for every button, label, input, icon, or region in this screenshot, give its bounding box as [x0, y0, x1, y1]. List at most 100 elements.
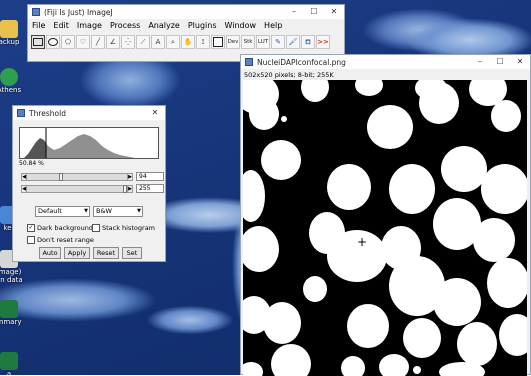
- wand-tool-icon[interactable]: ⟋: [136, 35, 150, 49]
- desktop-icon-label: a: [6, 370, 12, 375]
- dialog-title: Threshold: [29, 108, 66, 118]
- nucleus-blob: [271, 344, 311, 376]
- checkbox-checked-icon: ✓: [27, 224, 35, 232]
- slider-right-arrow-icon[interactable]: ▶: [127, 185, 133, 193]
- histogram: [19, 127, 159, 159]
- nucleus-blob: [491, 100, 521, 132]
- freehand-tool-icon[interactable]: ♡: [76, 35, 90, 49]
- nucleus-blob: [243, 362, 263, 376]
- point-tool-icon[interactable]: ⁛: [121, 35, 135, 49]
- stack-histogram-checkbox[interactable]: Stack histogram: [92, 224, 155, 232]
- slider-left-arrow-icon[interactable]: ◀: [21, 173, 27, 181]
- close-icon[interactable]: ✕: [510, 55, 530, 69]
- menu-plugins[interactable]: Plugins: [188, 21, 217, 30]
- desktop-icon-summary[interactable]: mmary: [0, 300, 22, 326]
- nucleus-blob: [481, 164, 527, 214]
- checkbox-label: Stack histogram: [102, 224, 156, 232]
- menu-window[interactable]: Window: [225, 21, 257, 30]
- menu-help[interactable]: Help: [264, 21, 282, 30]
- nucleus-blob: [439, 362, 485, 376]
- image-title: NucleiDAPIconfocal.png: [257, 57, 346, 67]
- nucleus-blob: [389, 164, 435, 214]
- color-box-icon[interactable]: [211, 35, 225, 49]
- imagej-titlebar[interactable]: (Fiji Is Just) ImageJ – ☐ ✕: [28, 5, 344, 19]
- desktop-icon-backup[interactable]: ackup: [0, 20, 22, 46]
- min-threshold-slider[interactable]: ◀ ▶: [21, 173, 133, 181]
- max-threshold-slider[interactable]: ◀ ▶: [21, 185, 133, 193]
- oval-tool-icon[interactable]: [46, 35, 60, 49]
- threshold-percent: 50.84 %: [19, 160, 44, 167]
- minimize-icon[interactable]: –: [470, 55, 490, 69]
- nucleus-blob: [413, 366, 421, 374]
- histogram-plot: [24, 128, 158, 158]
- min-threshold-field[interactable]: 94: [136, 172, 164, 181]
- slider-right-arrow-icon[interactable]: ▶: [127, 173, 133, 181]
- max-threshold-field[interactable]: 255: [136, 184, 164, 193]
- checkbox-label: Don't reset range: [37, 236, 94, 244]
- menu-file[interactable]: File: [32, 21, 45, 30]
- dropper-tool-icon[interactable]: ⟟: [196, 35, 210, 49]
- nucleus-blob: [403, 318, 441, 358]
- set-button[interactable]: Set: [122, 247, 142, 259]
- text-tool-icon[interactable]: A: [151, 35, 165, 49]
- excel-icon: [0, 300, 18, 318]
- dev-tool[interactable]: Dev: [226, 35, 240, 49]
- slider-knob[interactable]: [59, 173, 63, 181]
- dark-background-checkbox[interactable]: ✓ Dark background: [27, 224, 93, 232]
- apply-button[interactable]: Apply: [64, 247, 90, 259]
- nucleus-blob: [433, 278, 481, 326]
- menu-analyze[interactable]: Analyze: [148, 21, 180, 30]
- image-app-icon: [245, 58, 253, 66]
- maximize-icon[interactable]: ☐: [304, 5, 324, 19]
- threshold-app-icon: [17, 109, 25, 117]
- nucleus-blob: [301, 80, 329, 102]
- menu-image[interactable]: Image: [77, 21, 102, 30]
- desktop-icon-label: Athens: [0, 86, 22, 94]
- image-window: NucleiDAPIconfocal.png – ☐ ✕ 502x520 pix…: [240, 54, 531, 376]
- desktop-icon-a[interactable]: a: [0, 352, 22, 375]
- checkbox-unchecked-icon: [92, 224, 100, 232]
- method-dropdown[interactable]: Default ▼: [35, 206, 90, 217]
- menu-edit[interactable]: Edit: [53, 21, 69, 30]
- checkbox-label: Dark background: [37, 224, 93, 232]
- nucleus-blob: [261, 140, 301, 180]
- angle-tool-icon[interactable]: ∠: [106, 35, 120, 49]
- chevron-down-icon: ▼: [137, 208, 141, 214]
- slider-left-arrow-icon[interactable]: ◀: [21, 185, 27, 193]
- nucleus-blob: [367, 105, 413, 149]
- maximize-icon[interactable]: ☐: [490, 55, 510, 69]
- lut-tool[interactable]: LUT: [256, 35, 270, 49]
- dont-reset-range-checkbox[interactable]: Don't reset range: [27, 236, 94, 244]
- menu-process[interactable]: Process: [110, 21, 140, 30]
- threshold-titlebar[interactable]: Threshold ✕: [13, 106, 165, 120]
- rectangle-tool-icon[interactable]: [31, 35, 45, 49]
- desktop-icon-athens[interactable]: Athens: [0, 68, 22, 94]
- image-titlebar[interactable]: NucleiDAPIconfocal.png – ☐ ✕: [241, 55, 530, 69]
- nucleus-blob: [303, 276, 327, 302]
- nucleus-blob: [441, 146, 487, 192]
- window-title: (Fiji Is Just) ImageJ: [44, 7, 113, 17]
- close-icon[interactable]: ✕: [145, 106, 165, 120]
- magnifier-tool-icon[interactable]: ⌕: [166, 35, 180, 49]
- minimize-icon[interactable]: –: [284, 5, 304, 19]
- close-icon[interactable]: ✕: [324, 5, 344, 19]
- menu-bar: File Edit Image Process Analyze Plugins …: [28, 19, 344, 32]
- flood-fill-tool-icon[interactable]: ⛾: [301, 35, 315, 49]
- auto-button[interactable]: Auto: [39, 247, 61, 259]
- polygon-tool-icon[interactable]: ⬠: [61, 35, 75, 49]
- nucleus-blob: [379, 354, 409, 376]
- hand-tool-icon[interactable]: ✋: [181, 35, 195, 49]
- image-info: 502x520 pixels; 8-bit; 255K: [244, 71, 334, 79]
- more-tools-button[interactable]: >>: [316, 35, 330, 49]
- brush-tool-icon[interactable]: 🖌: [286, 35, 300, 49]
- nucleus-blob: [499, 314, 527, 356]
- nucleus-blob: [347, 304, 389, 348]
- app-icon: [0, 68, 18, 86]
- nucleus-blob: [487, 258, 527, 308]
- image-canvas[interactable]: +: [243, 80, 527, 376]
- reset-button[interactable]: Reset: [93, 247, 119, 259]
- mode-dropdown[interactable]: B&W ▼: [93, 206, 143, 217]
- pencil-tool-icon[interactable]: ✎: [271, 35, 285, 49]
- line-tool-icon[interactable]: ╱: [91, 35, 105, 49]
- stk-tool[interactable]: Stk: [241, 35, 255, 49]
